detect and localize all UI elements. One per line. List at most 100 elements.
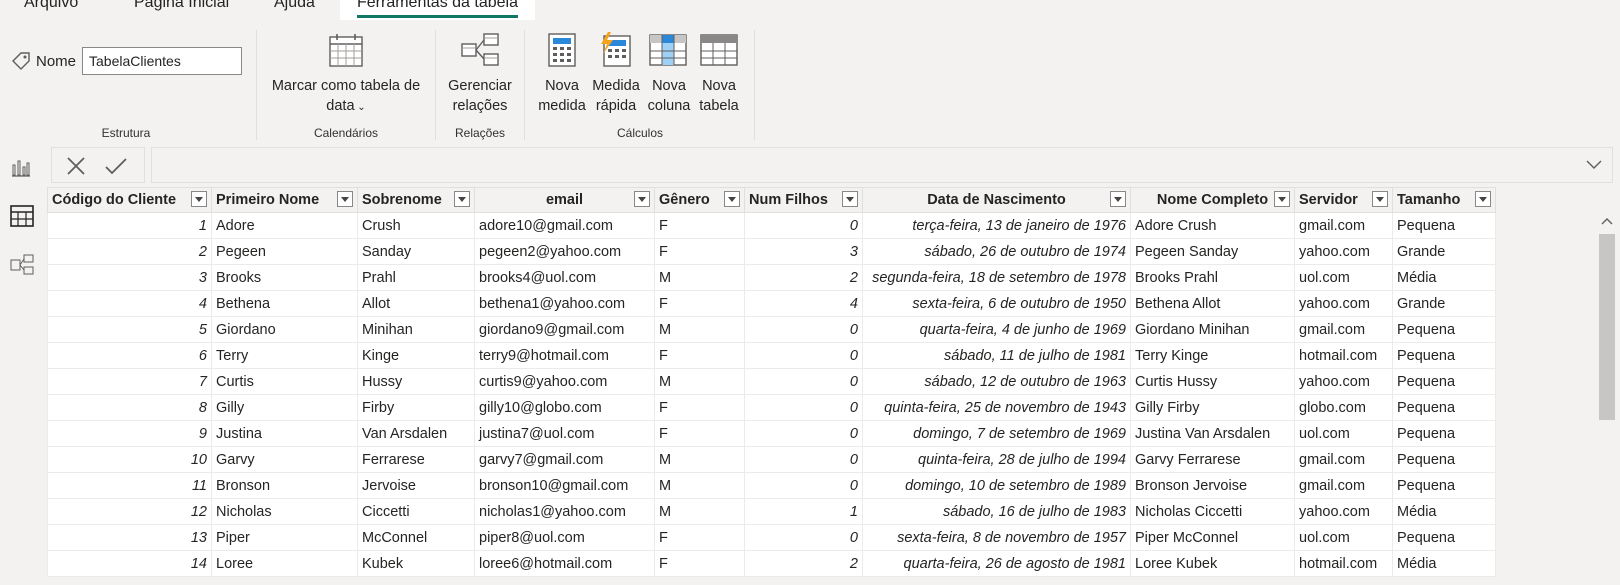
- table-cell[interactable]: uol.com: [1294, 524, 1393, 551]
- table-cell[interactable]: Grande: [1392, 238, 1496, 265]
- table-cell[interactable]: Nicholas: [211, 498, 358, 525]
- table-cell[interactable]: quinta-feira, 25 de novembro de 1943: [862, 394, 1131, 421]
- table-cell[interactable]: hotmail.com: [1294, 550, 1393, 577]
- table-cell[interactable]: Média: [1392, 550, 1496, 577]
- table-cell[interactable]: sexta-feira, 6 de outubro de 1950: [862, 290, 1131, 317]
- table-cell[interactable]: Pequena: [1392, 394, 1496, 421]
- table-cell[interactable]: bronson10@gmail.com: [474, 472, 655, 499]
- table-cell[interactable]: Brooks Prahl: [1130, 264, 1295, 291]
- table-cell[interactable]: Nicholas Ciccetti: [1130, 498, 1295, 525]
- table-cell[interactable]: 1: [47, 212, 212, 239]
- tab-ferramentas-da-tabela[interactable]: Ferramentas da tabela: [340, 0, 535, 20]
- table-cell[interactable]: McConnel: [357, 524, 475, 551]
- table-cell[interactable]: Terry: [211, 342, 358, 369]
- table-cell[interactable]: 0: [744, 394, 863, 421]
- table-cell[interactable]: gmail.com: [1294, 446, 1393, 473]
- check-icon[interactable]: [104, 156, 128, 176]
- table-cell[interactable]: M: [654, 368, 745, 395]
- new-measure-button[interactable]: Nova medida: [534, 32, 590, 122]
- table-cell[interactable]: M: [654, 498, 745, 525]
- table-cell[interactable]: Pegeen: [211, 238, 358, 265]
- column-header[interactable]: Servidor: [1294, 187, 1393, 213]
- table-cell[interactable]: uol.com: [1294, 420, 1393, 447]
- filter-dropdown-icon[interactable]: [337, 191, 353, 207]
- table-cell[interactable]: Prahl: [357, 264, 475, 291]
- table-cell[interactable]: yahoo.com: [1294, 368, 1393, 395]
- mark-as-date-table-button[interactable]: Marcar como tabela de data ⌄: [266, 32, 426, 122]
- table-cell[interactable]: Adore Crush: [1130, 212, 1295, 239]
- table-cell[interactable]: yahoo.com: [1294, 290, 1393, 317]
- table-cell[interactable]: gilly10@globo.com: [474, 394, 655, 421]
- table-cell[interactable]: Pequena: [1392, 212, 1496, 239]
- table-cell[interactable]: Justina: [211, 420, 358, 447]
- table-cell[interactable]: M: [654, 264, 745, 291]
- table-cell[interactable]: 7: [47, 368, 212, 395]
- table-cell[interactable]: 4: [47, 290, 212, 317]
- table-cell[interactable]: sexta-feira, 8 de novembro de 1957: [862, 524, 1131, 551]
- table-cell[interactable]: Pequena: [1392, 420, 1496, 447]
- table-cell[interactable]: yahoo.com: [1294, 238, 1393, 265]
- table-cell[interactable]: quarta-feira, 4 de junho de 1969: [862, 316, 1131, 343]
- table-cell[interactable]: Brooks: [211, 264, 358, 291]
- table-cell[interactable]: M: [654, 316, 745, 343]
- table-cell[interactable]: bethena1@yahoo.com: [474, 290, 655, 317]
- table-cell[interactable]: Pequena: [1392, 342, 1496, 369]
- table-cell[interactable]: piper8@uol.com: [474, 524, 655, 551]
- tab-arquivo[interactable]: Arquivo: [24, 0, 78, 12]
- table-cell[interactable]: Ferrarese: [357, 446, 475, 473]
- table-cell[interactable]: 2: [744, 550, 863, 577]
- table-cell[interactable]: 14: [47, 550, 212, 577]
- column-header[interactable]: Código do Cliente: [47, 187, 212, 213]
- filter-dropdown-icon[interactable]: [191, 191, 207, 207]
- filter-dropdown-icon[interactable]: [1372, 191, 1388, 207]
- table-cell[interactable]: Hussy: [357, 368, 475, 395]
- table-cell[interactable]: M: [654, 446, 745, 473]
- new-column-button[interactable]: Nova coluna: [642, 32, 696, 122]
- table-cell[interactable]: 2: [47, 238, 212, 265]
- column-header[interactable]: Nome Completo: [1130, 187, 1295, 213]
- table-cell[interactable]: 3: [744, 238, 863, 265]
- table-cell[interactable]: Grande: [1392, 290, 1496, 317]
- table-cell[interactable]: Pequena: [1392, 524, 1496, 551]
- table-cell[interactable]: terry9@hotmail.com: [474, 342, 655, 369]
- table-cell[interactable]: sábado, 11 de julho de 1981: [862, 342, 1131, 369]
- bar-chart-icon[interactable]: [10, 156, 32, 178]
- table-cell[interactable]: Pequena: [1392, 446, 1496, 473]
- table-cell[interactable]: curtis9@yahoo.com: [474, 368, 655, 395]
- table-cell[interactable]: F: [654, 290, 745, 317]
- table-cell[interactable]: 1: [744, 498, 863, 525]
- table-grid-icon[interactable]: [10, 205, 34, 227]
- table-cell[interactable]: Firby: [357, 394, 475, 421]
- column-header[interactable]: Gênero: [654, 187, 745, 213]
- table-cell[interactable]: Justina Van Arsdalen: [1130, 420, 1295, 447]
- table-cell[interactable]: gmail.com: [1294, 316, 1393, 343]
- table-cell[interactable]: domingo, 10 de setembro de 1989: [862, 472, 1131, 499]
- table-cell[interactable]: 0: [744, 420, 863, 447]
- table-name-input[interactable]: TabelaClientes: [82, 47, 242, 75]
- table-cell[interactable]: Terry Kinge: [1130, 342, 1295, 369]
- table-cell[interactable]: Ciccetti: [357, 498, 475, 525]
- table-cell[interactable]: sábado, 12 de outubro de 1963: [862, 368, 1131, 395]
- tab-pagina-inicial[interactable]: Página Inicial: [134, 0, 229, 12]
- table-cell[interactable]: 4: [744, 290, 863, 317]
- table-cell[interactable]: 0: [744, 472, 863, 499]
- table-cell[interactable]: Van Arsdalen: [357, 420, 475, 447]
- table-cell[interactable]: Gilly: [211, 394, 358, 421]
- table-cell[interactable]: 0: [744, 212, 863, 239]
- table-cell[interactable]: Giordano Minihan: [1130, 316, 1295, 343]
- table-cell[interactable]: Minihan: [357, 316, 475, 343]
- table-cell[interactable]: Pegeen Sanday: [1130, 238, 1295, 265]
- model-icon[interactable]: [10, 254, 34, 276]
- table-cell[interactable]: sábado, 26 de outubro de 1974: [862, 238, 1131, 265]
- table-cell[interactable]: Pequena: [1392, 368, 1496, 395]
- table-cell[interactable]: Loree Kubek: [1130, 550, 1295, 577]
- table-cell[interactable]: Média: [1392, 264, 1496, 291]
- table-cell[interactable]: 9: [47, 420, 212, 447]
- table-cell[interactable]: Adore: [211, 212, 358, 239]
- table-cell[interactable]: Curtis Hussy: [1130, 368, 1295, 395]
- table-cell[interactable]: 0: [744, 316, 863, 343]
- tab-ajuda[interactable]: Ajuda: [274, 0, 315, 12]
- table-cell[interactable]: F: [654, 524, 745, 551]
- table-cell[interactable]: domingo, 7 de setembro de 1969: [862, 420, 1131, 447]
- table-cell[interactable]: Piper McConnel: [1130, 524, 1295, 551]
